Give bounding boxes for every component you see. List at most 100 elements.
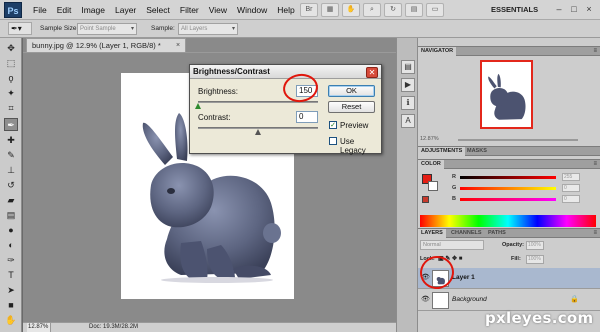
layers-panel-menu-icon[interactable]: ≡	[593, 229, 597, 238]
dialog-title[interactable]: Brightness/Contrast	[190, 65, 381, 79]
zoom-level[interactable]: 12.87%	[27, 323, 51, 332]
healing-brush-tool-icon[interactable]: ✚	[4, 134, 18, 147]
app-logo: Ps	[4, 2, 22, 18]
menu-window[interactable]: Window	[232, 0, 272, 20]
info-panel-icon[interactable]: ℹ	[401, 96, 415, 110]
navigator-panel-header: NAVIGATOR ≡	[418, 46, 600, 56]
eyedropper-preset-icon[interactable]: ✒▾	[8, 22, 32, 35]
screen-mode-icon[interactable]: ▭	[426, 3, 444, 17]
contrast-input[interactable]: 0	[296, 111, 318, 123]
character-panel-icon[interactable]: A	[401, 114, 415, 128]
marquee-tool-icon[interactable]: ⬚	[4, 57, 18, 70]
document-title: bunny.jpg @ 12.9% (Layer 1, RGB/8) *	[32, 41, 161, 50]
path-selection-tool-icon[interactable]: ➤	[4, 284, 18, 297]
workspace-switcher[interactable]: ESSENTIALS	[491, 3, 549, 17]
layer-1-name[interactable]: Layer 1	[452, 274, 475, 281]
tab-adjustments[interactable]: ADJUSTMENTS	[418, 147, 466, 156]
background-layer-name[interactable]: Background	[452, 296, 487, 303]
visibility-eye-icon[interactable]: 👁	[421, 296, 430, 304]
red-value-field[interactable]: 255	[562, 173, 580, 181]
web-color-warning-icon[interactable]	[422, 196, 429, 203]
red-channel-slider[interactable]	[460, 176, 556, 179]
blur-tool-icon[interactable]: ●	[4, 224, 18, 237]
tab-color[interactable]: COLOR	[418, 160, 444, 169]
blue-value-field[interactable]: 0	[562, 195, 580, 203]
tab-masks[interactable]: MASKS	[464, 147, 490, 156]
document-size[interactable]: Doc: 19.3M/28.2M	[89, 323, 138, 332]
zoom-icon[interactable]: ⌕	[363, 3, 381, 17]
rotate-icon[interactable]: ↻	[384, 3, 402, 17]
color-panel-header: COLOR ≡	[418, 159, 600, 169]
shape-tool-icon[interactable]: ■	[4, 299, 18, 312]
layer-row-background[interactable]: 👁 Background 🔒	[418, 290, 600, 311]
close-icon[interactable]: ×	[584, 4, 594, 14]
hand-tool-icon[interactable]: ✋	[4, 314, 18, 327]
menu-select[interactable]: Select	[141, 0, 175, 20]
opacity-label: Opacity:	[502, 242, 525, 248]
move-tool-icon[interactable]: ✥	[4, 42, 18, 55]
history-panel-icon[interactable]: ▤	[401, 60, 415, 74]
green-channel-slider[interactable]	[460, 187, 556, 190]
navigator-thumbnail[interactable]	[480, 60, 533, 129]
tab-paths[interactable]: PATHS	[485, 229, 509, 238]
gradient-tool-icon[interactable]: ▤	[4, 209, 18, 222]
contrast-slider-thumb[interactable]	[255, 129, 261, 135]
history-brush-tool-icon[interactable]: ↺	[4, 179, 18, 192]
sample-size-select[interactable]: Point Sample	[77, 23, 137, 35]
tab-channels[interactable]: CHANNELS	[448, 229, 485, 238]
ok-button[interactable]: OK	[328, 85, 375, 97]
eraser-tool-icon[interactable]: ▰	[4, 194, 18, 207]
type-tool-icon[interactable]: T	[4, 269, 18, 282]
color-spectrum[interactable]	[420, 215, 596, 227]
crop-tool-icon[interactable]: ⌗	[4, 102, 18, 115]
green-value-field[interactable]: 0	[562, 184, 580, 192]
tab-navigator[interactable]: NAVIGATOR	[418, 47, 457, 56]
close-tab-icon[interactable]: ×	[176, 39, 180, 52]
document-tab[interactable]: bunny.jpg @ 12.9% (Layer 1, RGB/8) * ×	[26, 38, 186, 52]
navigator-zoom[interactable]: 12.87%	[420, 136, 439, 142]
blue-channel-slider[interactable]	[460, 198, 556, 201]
menu-file[interactable]: File	[28, 0, 52, 20]
background-color-swatch[interactable]	[428, 181, 438, 191]
menu-view[interactable]: View	[204, 0, 232, 20]
navigator-zoom-slider[interactable]	[458, 139, 578, 141]
bridge-icon[interactable]: Br	[300, 3, 318, 17]
reset-button[interactable]: Reset	[328, 101, 375, 113]
use-legacy-checkbox[interactable]	[329, 137, 337, 145]
menu-filter[interactable]: Filter	[175, 0, 204, 20]
hand-icon[interactable]: ✋	[342, 3, 360, 17]
menu-image[interactable]: Image	[76, 0, 110, 20]
color-panel-menu-icon[interactable]: ≡	[593, 160, 597, 169]
color-r-label: R	[452, 174, 456, 180]
maximize-icon[interactable]: □	[569, 4, 579, 14]
menu-layer[interactable]: Layer	[110, 0, 141, 20]
brightness-slider-thumb[interactable]	[195, 103, 201, 109]
menu-bar: Ps File Edit Image Layer Select Filter V…	[0, 0, 600, 20]
pen-tool-icon[interactable]: ✑	[4, 254, 18, 267]
arrange-icon[interactable]: ▤	[405, 3, 423, 17]
eyedropper-tool-icon[interactable]: ✒	[4, 118, 18, 131]
sample-select[interactable]: All Layers	[178, 23, 238, 35]
lasso-tool-icon[interactable]: ϙ	[4, 72, 18, 85]
tab-layers[interactable]: LAYERS	[418, 229, 446, 238]
dialog-close-icon[interactable]: ✕	[366, 67, 378, 78]
navigator-bunny-image	[488, 73, 526, 120]
panel-menu-icon[interactable]: ≡	[593, 47, 597, 56]
contrast-label: Contrast:	[198, 113, 231, 122]
clone-stamp-tool-icon[interactable]: ⊥	[4, 164, 18, 177]
fill-field[interactable]: 100%	[526, 255, 544, 264]
mini-bridge-icon[interactable]: ▦	[321, 3, 339, 17]
panel-dock: NAVIGATOR ≡ 12.87% ADJUSTMENTS MASKS COL…	[418, 38, 600, 332]
magic-wand-tool-icon[interactable]: ✦	[4, 87, 18, 100]
options-bar: ✒▾ Sample Size: Point Sample Sample: All…	[0, 20, 600, 38]
minimize-icon[interactable]: –	[554, 4, 564, 14]
menu-help[interactable]: Help	[272, 0, 299, 20]
preview-checkbox[interactable]: ✓	[329, 121, 337, 129]
blend-mode-select[interactable]: Normal	[420, 240, 484, 250]
opacity-field[interactable]: 100%	[526, 241, 544, 250]
sample-label: Sample:	[151, 25, 175, 32]
actions-panel-icon[interactable]: ▶	[401, 78, 415, 92]
menu-edit[interactable]: Edit	[52, 0, 77, 20]
brush-tool-icon[interactable]: ✎	[4, 149, 18, 162]
dodge-tool-icon[interactable]: ◐	[4, 239, 18, 252]
